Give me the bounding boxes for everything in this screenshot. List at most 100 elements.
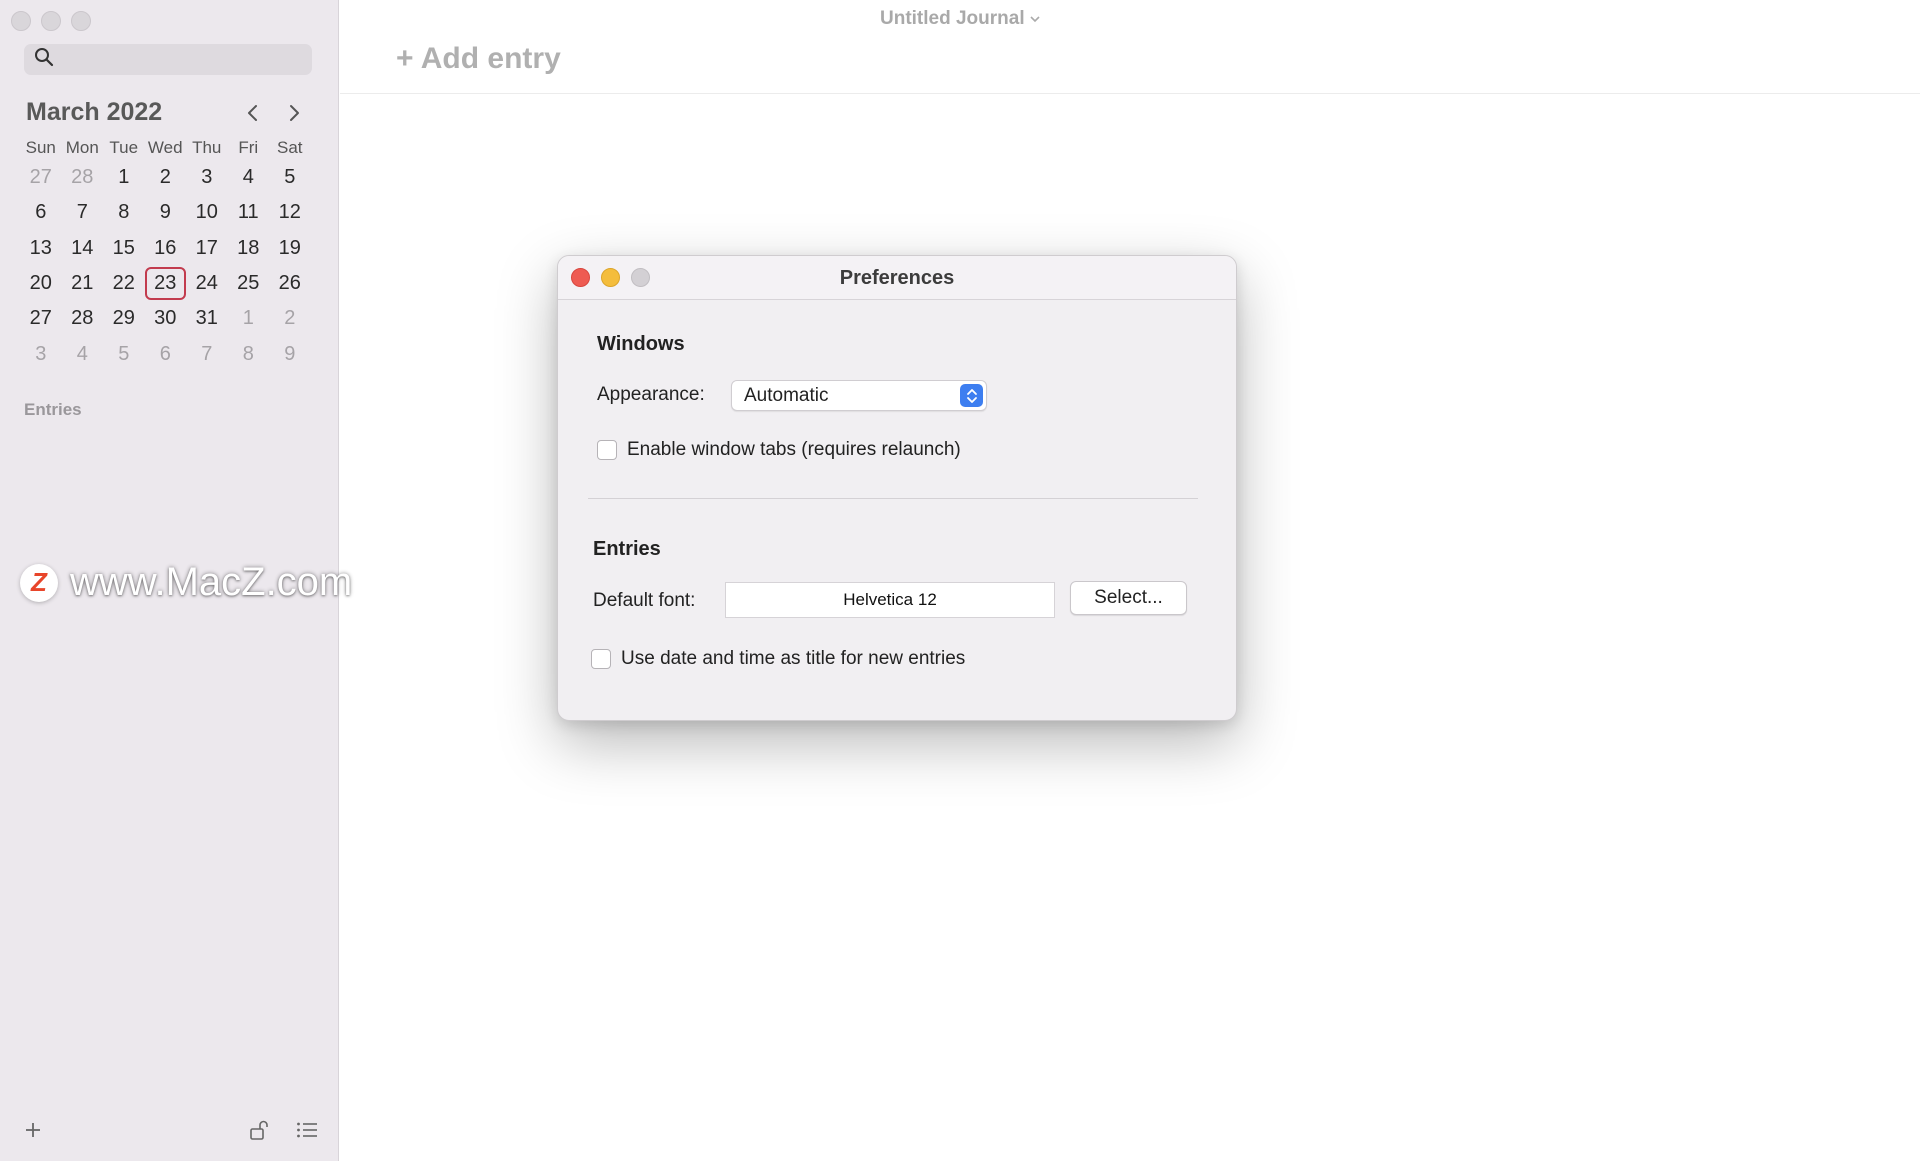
- weekday-row: Sun Mon Tue Wed Thu Fri Sat: [20, 136, 312, 160]
- calendar-day[interactable]: 25: [228, 272, 270, 295]
- preferences-window: Preferences Windows Appearance: Automati…: [557, 255, 1237, 721]
- entries-section-heading: Entries: [593, 538, 661, 560]
- entries-section-label: Entries: [24, 400, 82, 419]
- calendar-day[interactable]: 22: [103, 272, 145, 295]
- calendar-day[interactable]: 31: [186, 307, 228, 330]
- search-icon: [34, 47, 54, 72]
- weekday-label: Sun: [25, 138, 56, 157]
- calendar-day[interactable]: 26: [269, 272, 311, 295]
- search-input[interactable]: [60, 44, 312, 75]
- calendar-day[interactable]: 27: [20, 166, 62, 189]
- watermark-logo: Z: [20, 563, 58, 602]
- close-window-button[interactable]: [11, 11, 31, 31]
- window-tabs-label: Enable window tabs (requires relaunch): [627, 439, 961, 460]
- calendar-day[interactable]: 9: [145, 201, 187, 224]
- calendar-day[interactable]: 30: [145, 307, 187, 330]
- calendar-day[interactable]: 4: [62, 343, 104, 366]
- search-field[interactable]: [24, 44, 312, 75]
- calendar-month-title: March 2022: [26, 98, 163, 126]
- list-icon: [296, 1121, 318, 1144]
- add-entry-button[interactable]: + Add entry: [396, 42, 561, 76]
- weekday-label: Wed: [147, 138, 183, 157]
- calendar-week: 13 14 15 16 17 18 19: [20, 231, 312, 266]
- calendar-week: 27 28 29 30 31 1 2: [20, 301, 312, 336]
- calendar-day[interactable]: 2: [269, 307, 311, 330]
- calendar-day[interactable]: 9: [269, 343, 311, 366]
- calendar-day[interactable]: 5: [103, 343, 145, 366]
- calendar-day[interactable]: 2: [145, 166, 187, 189]
- zoom-window-button[interactable]: [71, 11, 91, 31]
- appearance-value: Automatic: [744, 385, 829, 406]
- calendar-week: 20 21 22 23 24 25 26: [20, 266, 312, 301]
- preferences-titlebar: Preferences: [558, 256, 1236, 300]
- calendar-day[interactable]: 27: [20, 307, 62, 330]
- calendar-day[interactable]: 6: [20, 201, 62, 224]
- window-tabs-option[interactable]: Enable window tabs (requires relaunch): [597, 439, 961, 461]
- calendar-day[interactable]: 19: [269, 237, 311, 260]
- calendar-day[interactable]: 1: [228, 307, 270, 330]
- weekday-label: Tue: [109, 138, 139, 157]
- default-font-value: Helvetica 12: [843, 590, 937, 609]
- chevron-left-icon: [246, 103, 260, 128]
- section-divider: [588, 498, 1198, 499]
- window-tabs-checkbox[interactable]: [597, 440, 617, 460]
- next-month-button[interactable]: [281, 102, 307, 128]
- calendar-day[interactable]: 3: [186, 166, 228, 189]
- calendar-day[interactable]: 16: [145, 237, 187, 260]
- calendar-day[interactable]: 18: [228, 237, 270, 260]
- select-font-button[interactable]: Select...: [1070, 581, 1187, 615]
- weekday-label: Fri: [238, 138, 259, 157]
- appearance-label: Appearance:: [597, 384, 705, 405]
- calendar-week: 3 4 5 6 7 8 9: [20, 336, 312, 371]
- unlock-icon: [248, 1119, 270, 1146]
- date-title-label: Use date and time as title for new entri…: [621, 648, 966, 669]
- calendar-day[interactable]: 1: [103, 166, 145, 189]
- default-font-label: Default font:: [593, 590, 696, 611]
- add-journal-button[interactable]: [20, 1119, 46, 1145]
- weekday-label: Mon: [65, 138, 99, 157]
- calendar-day[interactable]: 28: [62, 307, 104, 330]
- weekday-label: Thu: [192, 138, 222, 157]
- watermark-text: www.MacZ.com: [70, 560, 353, 604]
- calendar-day[interactable]: 5: [269, 166, 311, 189]
- calendar-day[interactable]: 10: [186, 201, 228, 224]
- calendar-day[interactable]: 3: [20, 343, 62, 366]
- calendar-day[interactable]: 17: [186, 237, 228, 260]
- calendar-day[interactable]: 15: [103, 237, 145, 260]
- calendar-day[interactable]: 28: [62, 166, 104, 189]
- calendar-day[interactable]: 11: [228, 201, 270, 224]
- default-font-field: Helvetica 12: [725, 582, 1055, 618]
- sidebar-toolbar: [0, 1101, 339, 1161]
- date-title-checkbox[interactable]: [591, 649, 611, 669]
- header-divider: [340, 93, 1920, 94]
- calendar-day[interactable]: 13: [20, 237, 62, 260]
- calendar-day[interactable]: 24: [186, 272, 228, 295]
- previous-month-button[interactable]: [240, 102, 266, 128]
- calendar-day[interactable]: 7: [186, 343, 228, 366]
- calendar-day[interactable]: 8: [103, 201, 145, 224]
- journal-title-menu[interactable]: Untitled Journal: [880, 8, 1041, 30]
- lock-button[interactable]: [246, 1119, 272, 1145]
- calendar-day[interactable]: 20: [20, 272, 62, 295]
- appearance-popup[interactable]: Automatic: [731, 380, 987, 411]
- watermark-logo-letter: Z: [31, 567, 47, 597]
- calendar-day[interactable]: 29: [103, 307, 145, 330]
- calendar-day[interactable]: 21: [62, 272, 104, 295]
- calendar-day[interactable]: 4: [228, 166, 270, 189]
- calendar-day[interactable]: 8: [228, 343, 270, 366]
- date-title-option[interactable]: Use date and time as title for new entri…: [591, 648, 965, 670]
- minimize-window-button[interactable]: [41, 11, 61, 31]
- calendar-day[interactable]: 6: [145, 343, 187, 366]
- calendar-grid: Sun Mon Tue Wed Thu Fri Sat 27 28 1 2 3 …: [20, 136, 312, 372]
- calendar-week: 6 7 8 9 10 11 12: [20, 195, 312, 230]
- calendar-day-today[interactable]: 23: [144, 267, 186, 301]
- chevron-right-icon: [287, 103, 301, 128]
- calendar-week: 27 28 1 2 3 4 5: [20, 160, 312, 195]
- calendar-day[interactable]: 14: [62, 237, 104, 260]
- preferences-title: Preferences: [839, 267, 955, 289]
- calendar-header: March 2022: [26, 98, 308, 130]
- calendar-day[interactable]: 12: [269, 201, 311, 224]
- entry-list-button[interactable]: [294, 1119, 320, 1145]
- watermark: Z www.MacZ.com: [20, 560, 352, 605]
- calendar-day[interactable]: 7: [62, 201, 104, 224]
